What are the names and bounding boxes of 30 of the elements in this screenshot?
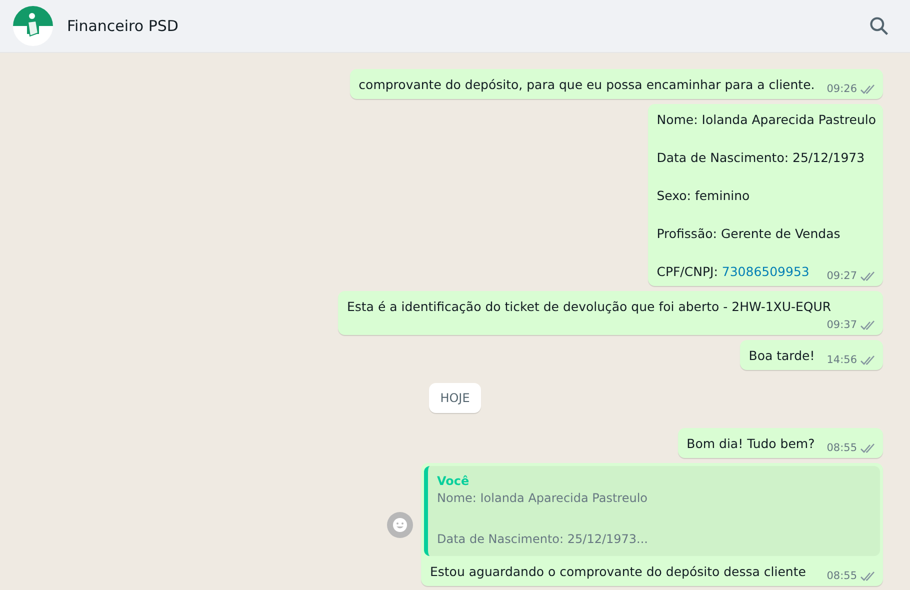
message-time: 09:27 (826, 270, 857, 282)
quote-text: Nome: Iolanda Aparecida Pastreulo (437, 490, 648, 507)
double-check-icon (860, 442, 876, 454)
quoted-message[interactable]: Você Nome: Iolanda Aparecida Pastreulo Data de Nascimento: 25/12/1973... (424, 466, 880, 556)
double-check-icon (860, 570, 876, 582)
double-check-icon (860, 354, 876, 366)
message-text: comprovante do depósito, para que eu possa encaminhar para a cliente. (358, 76, 815, 94)
quote-text: Data de Nascimento: 25/12/1973... (437, 531, 649, 548)
message-text: Esta é a identificação do ticket de devolução que foi aberto - 2HW-1XU-EQUR (347, 298, 832, 316)
chat-title: Financeiro PSD (67, 17, 180, 35)
quote-author: Você (437, 473, 470, 490)
double-check-icon (860, 270, 876, 282)
message-text: Sexo: feminino (656, 187, 751, 205)
double-check-icon (860, 84, 876, 94)
message-time: 09:26 (826, 83, 857, 95)
double-check-icon (860, 320, 876, 330)
message-text: Boa tarde! (748, 347, 815, 365)
message-time: 08:55 (826, 570, 857, 582)
message-text: CPF/CNPJ: (656, 264, 718, 279)
message-text: Estou aguardando o comprovante do depósito dessa cliente (430, 563, 806, 581)
message-text: Bom dia! Tudo bem? (686, 435, 815, 453)
message-time: 09:37 (826, 319, 857, 331)
logo-icon (13, 6, 53, 46)
message-text: Nome: Iolanda Aparecida Pastreulo (656, 111, 876, 129)
message-text: Data de Nascimento: 25/12/1973 (656, 149, 866, 167)
message-time: 08:55 (826, 442, 857, 454)
search-icon (868, 15, 890, 37)
message-time: 14:56 (826, 354, 857, 366)
message-text: Profissão: Gerente de Vendas (656, 225, 842, 243)
phone-link[interactable]: 73086509953 (722, 264, 810, 279)
